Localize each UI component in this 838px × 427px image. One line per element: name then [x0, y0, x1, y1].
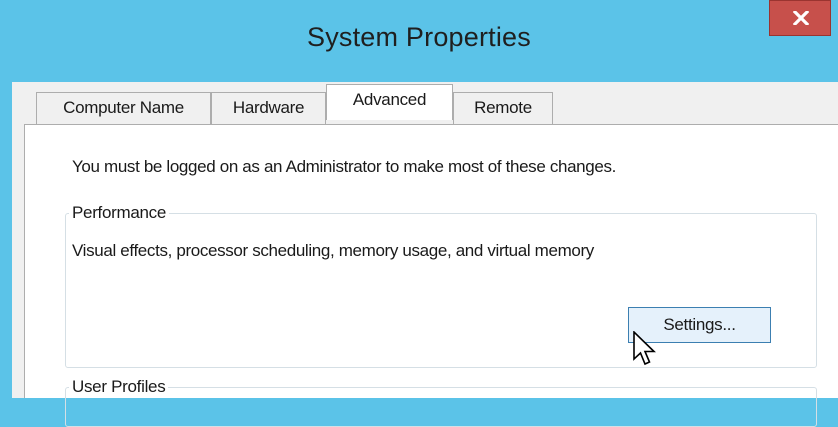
performance-group-label: Performance: [69, 203, 170, 223]
mouse-pointer-icon: [633, 331, 656, 366]
tab-hardware[interactable]: Hardware: [211, 92, 326, 124]
advanced-tab-panel: You must be logged on as an Administrato…: [24, 124, 838, 427]
performance-group: [65, 213, 817, 368]
performance-description: Visual effects, processor scheduling, me…: [72, 241, 594, 260]
close-button[interactable]: [769, 0, 831, 36]
close-icon: [793, 11, 809, 25]
tab-advanced[interactable]: Advanced: [326, 84, 453, 120]
tab-remote[interactable]: Remote: [453, 92, 553, 124]
admin-notice: You must be logged on as an Administrato…: [72, 157, 617, 176]
title-bar[interactable]: System Properties: [0, 0, 838, 82]
window-title: System Properties: [307, 22, 531, 52]
tab-label: Advanced: [352, 90, 427, 109]
tab-label: Hardware: [232, 98, 305, 117]
user-profiles-group-label: User Profiles: [69, 377, 169, 397]
system-properties-window: System Properties Computer Name Hardware…: [0, 0, 838, 427]
tab-label: Computer Name: [63, 98, 184, 117]
tab-computer-name[interactable]: Computer Name: [36, 92, 211, 124]
tab-label: Remote: [474, 98, 532, 117]
user-profiles-group: [65, 387, 817, 427]
